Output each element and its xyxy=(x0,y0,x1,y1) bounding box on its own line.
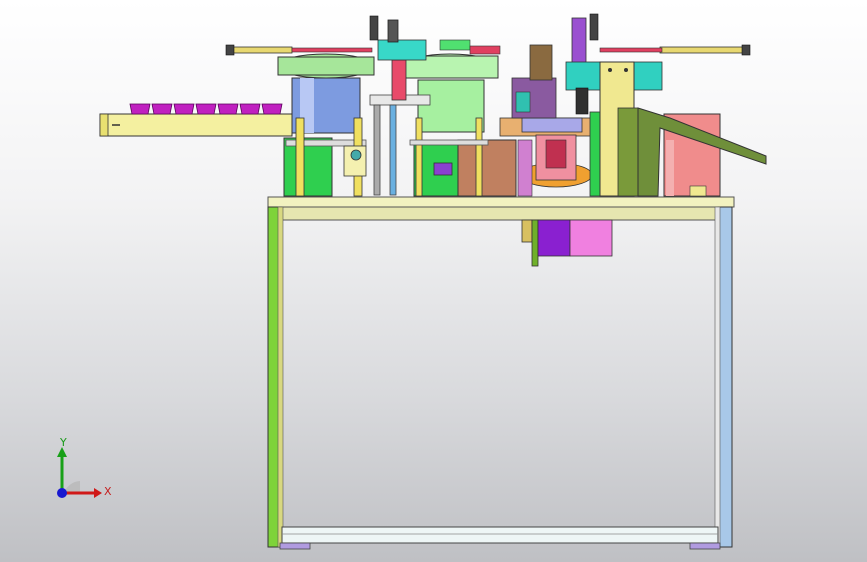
bowl-feeder-right xyxy=(403,53,517,197)
bowl-feeder-left xyxy=(277,53,375,197)
drive-motor xyxy=(521,219,613,267)
feed-conveyor xyxy=(99,103,293,137)
pneumatic-cylinders xyxy=(225,13,751,56)
z-axis-dot xyxy=(57,488,67,498)
output-section xyxy=(599,61,767,197)
y-axis-label: Y xyxy=(60,436,67,449)
assembly-model xyxy=(99,13,767,550)
x-axis-label: X xyxy=(104,485,112,498)
machine-frame xyxy=(267,196,735,550)
coordinate-triad: Y X xyxy=(40,435,120,515)
triad-axes xyxy=(57,447,102,498)
cad-viewport[interactable]: Y X xyxy=(0,0,867,562)
